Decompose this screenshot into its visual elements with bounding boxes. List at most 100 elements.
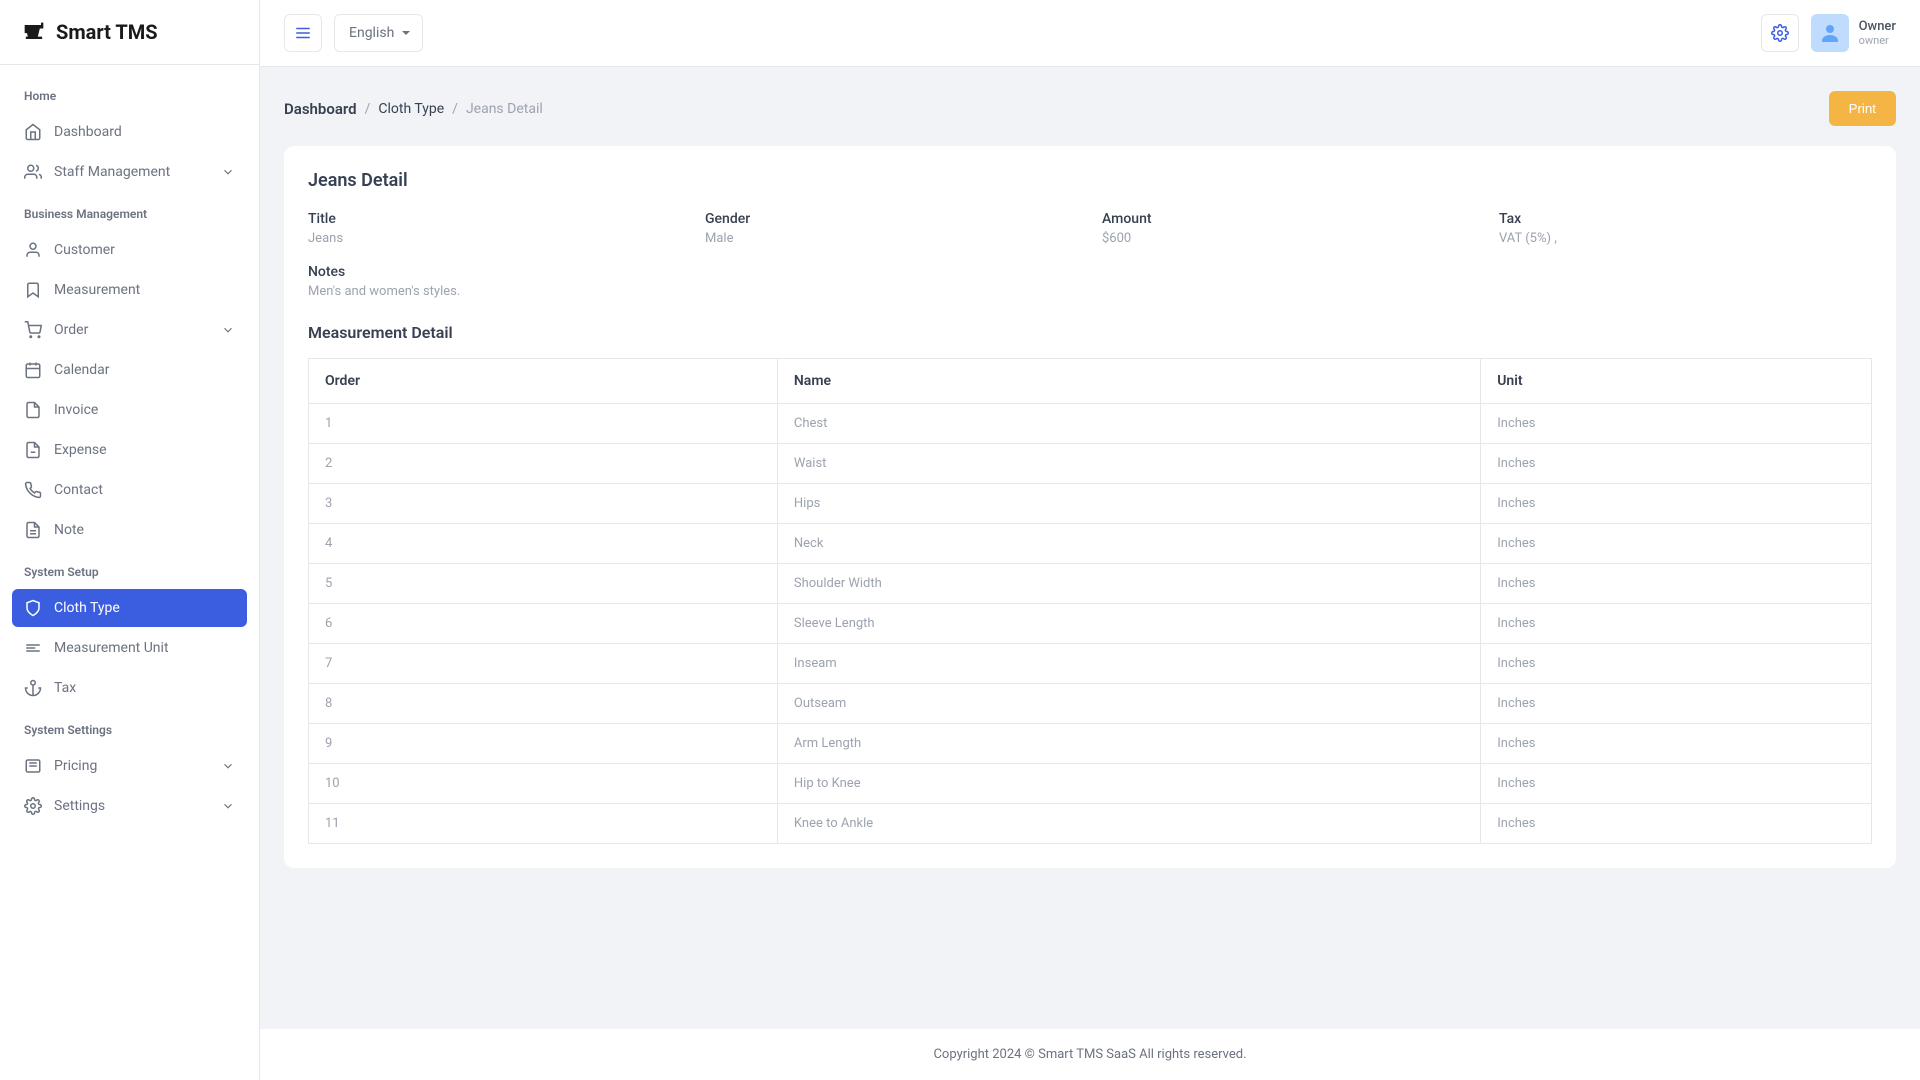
- footer: Copyright 2024 © Smart TMS SaaS All righ…: [260, 1029, 1920, 1080]
- sidebar-item-pricing[interactable]: Pricing: [12, 747, 247, 785]
- table-cell-name: Hip to Knee: [777, 764, 1480, 804]
- nav-section-heading: Business Management: [12, 199, 247, 229]
- table-header: Name: [777, 359, 1480, 404]
- cart-icon: [24, 321, 42, 339]
- table-cell-unit: Inches: [1481, 764, 1872, 804]
- sidebar-item-dashboard[interactable]: Dashboard: [12, 113, 247, 151]
- user-menu[interactable]: Owner owner: [1811, 14, 1896, 52]
- table-row: 3HipsInches: [309, 484, 1872, 524]
- settings-button[interactable]: [1761, 14, 1799, 52]
- breadcrumb-item[interactable]: Cloth Type: [378, 101, 444, 117]
- sidebar-item-cloth-type[interactable]: Cloth Type: [12, 589, 247, 627]
- table-cell-unit: Inches: [1481, 444, 1872, 484]
- breadcrumb-separator: /: [365, 101, 371, 117]
- table-cell-name: Neck: [777, 524, 1480, 564]
- table-row: 6Sleeve LengthInches: [309, 604, 1872, 644]
- measurement-table: OrderNameUnit 1ChestInches2WaistInches3H…: [308, 358, 1872, 844]
- table-cell-unit: Inches: [1481, 404, 1872, 444]
- measurement-title: Measurement Detail: [308, 323, 1872, 342]
- tag-icon: [24, 757, 42, 775]
- user-name: Owner: [1859, 19, 1896, 34]
- breadcrumb-item: Jeans Detail: [466, 101, 543, 117]
- sidebar-item-order[interactable]: Order: [12, 311, 247, 349]
- nav-section-heading: System Setup: [12, 557, 247, 587]
- gender-value: Male: [705, 231, 1078, 246]
- table-cell-unit: Inches: [1481, 604, 1872, 644]
- sidebar-item-contact[interactable]: Contact: [12, 471, 247, 509]
- ruler-icon: [24, 639, 42, 657]
- sidebar-item-invoice[interactable]: Invoice: [12, 391, 247, 429]
- table-cell-name: Hips: [777, 484, 1480, 524]
- nav-section-heading: System Settings: [12, 715, 247, 745]
- shield-icon: [24, 599, 42, 617]
- app-name: Smart TMS: [56, 20, 158, 44]
- tax-label: Tax: [1499, 211, 1872, 227]
- table-cell-order: 3: [309, 484, 778, 524]
- table-row: 1ChestInches: [309, 404, 1872, 444]
- sidebar-item-note[interactable]: Note: [12, 511, 247, 549]
- language-value: English: [349, 25, 394, 41]
- amount-value: $600: [1102, 231, 1475, 246]
- table-cell-unit: Inches: [1481, 804, 1872, 844]
- avatar: [1811, 14, 1849, 52]
- chevron-down-icon: [221, 165, 235, 179]
- nav-section-heading: Home: [12, 81, 247, 111]
- notes-label: Notes: [308, 264, 1872, 280]
- calendar-icon: [24, 361, 42, 379]
- table-cell-unit: Inches: [1481, 644, 1872, 684]
- table-cell-name: Arm Length: [777, 724, 1480, 764]
- sidebar-item-label: Measurement: [54, 282, 140, 298]
- app-logo[interactable]: Smart TMS: [0, 0, 259, 65]
- sidebar-item-settings[interactable]: Settings: [12, 787, 247, 825]
- sidebar-item-label: Staff Management: [54, 164, 170, 180]
- table-cell-order: 8: [309, 684, 778, 724]
- table-cell-order: 10: [309, 764, 778, 804]
- file-text-icon: [24, 521, 42, 539]
- sidebar-item-label: Invoice: [54, 402, 98, 418]
- menu-toggle-button[interactable]: [284, 14, 322, 52]
- sidebar-item-staff-management[interactable]: Staff Management: [12, 153, 247, 191]
- table-cell-order: 4: [309, 524, 778, 564]
- table-cell-name: Shoulder Width: [777, 564, 1480, 604]
- chevron-down-icon: [221, 759, 235, 773]
- table-cell-unit: Inches: [1481, 524, 1872, 564]
- sidebar-item-calendar[interactable]: Calendar: [12, 351, 247, 389]
- sidebar-item-label: Settings: [54, 798, 105, 814]
- gender-label: Gender: [705, 211, 1078, 227]
- table-header: Unit: [1481, 359, 1872, 404]
- sidebar-item-label: Pricing: [54, 758, 97, 774]
- anchor-icon: [24, 679, 42, 697]
- sidebar-item-label: Contact: [54, 482, 103, 498]
- breadcrumb-item[interactable]: Dashboard: [284, 100, 357, 118]
- topbar: English Owner owner: [260, 0, 1920, 67]
- table-row: 11Knee to AnkleInches: [309, 804, 1872, 844]
- sidebar-item-tax[interactable]: Tax: [12, 669, 247, 707]
- table-cell-name: Outseam: [777, 684, 1480, 724]
- sidebar-item-label: Order: [54, 322, 88, 338]
- sidebar-item-customer[interactable]: Customer: [12, 231, 247, 269]
- table-cell-order: 1: [309, 404, 778, 444]
- title-label: Title: [308, 211, 681, 227]
- table-cell-name: Sleeve Length: [777, 604, 1480, 644]
- detail-card: Jeans Detail Title Jeans Gender Male Amo…: [284, 146, 1896, 868]
- title-value: Jeans: [308, 231, 681, 246]
- table-row: 8OutseamInches: [309, 684, 1872, 724]
- table-row: 10Hip to KneeInches: [309, 764, 1872, 804]
- table-cell-order: 5: [309, 564, 778, 604]
- sidebar: Smart TMS HomeDashboard Staff Management B…: [0, 0, 260, 1080]
- sidebar-item-label: Measurement Unit: [54, 640, 169, 656]
- language-select[interactable]: English: [334, 14, 423, 52]
- sidebar-item-measurement[interactable]: Measurement: [12, 271, 247, 309]
- print-button[interactable]: Print: [1829, 91, 1896, 126]
- sewing-machine-icon: [20, 18, 48, 46]
- table-row: 9Arm LengthInches: [309, 724, 1872, 764]
- sidebar-item-expense[interactable]: Expense: [12, 431, 247, 469]
- card-title: Jeans Detail: [308, 170, 1872, 191]
- table-row: 7InseamInches: [309, 644, 1872, 684]
- sidebar-item-measurement-unit[interactable]: Measurement Unit: [12, 629, 247, 667]
- table-cell-order: 7: [309, 644, 778, 684]
- sidebar-item-label: Expense: [54, 442, 107, 458]
- table-cell-order: 2: [309, 444, 778, 484]
- table-cell-unit: Inches: [1481, 684, 1872, 724]
- table-cell-unit: Inches: [1481, 724, 1872, 764]
